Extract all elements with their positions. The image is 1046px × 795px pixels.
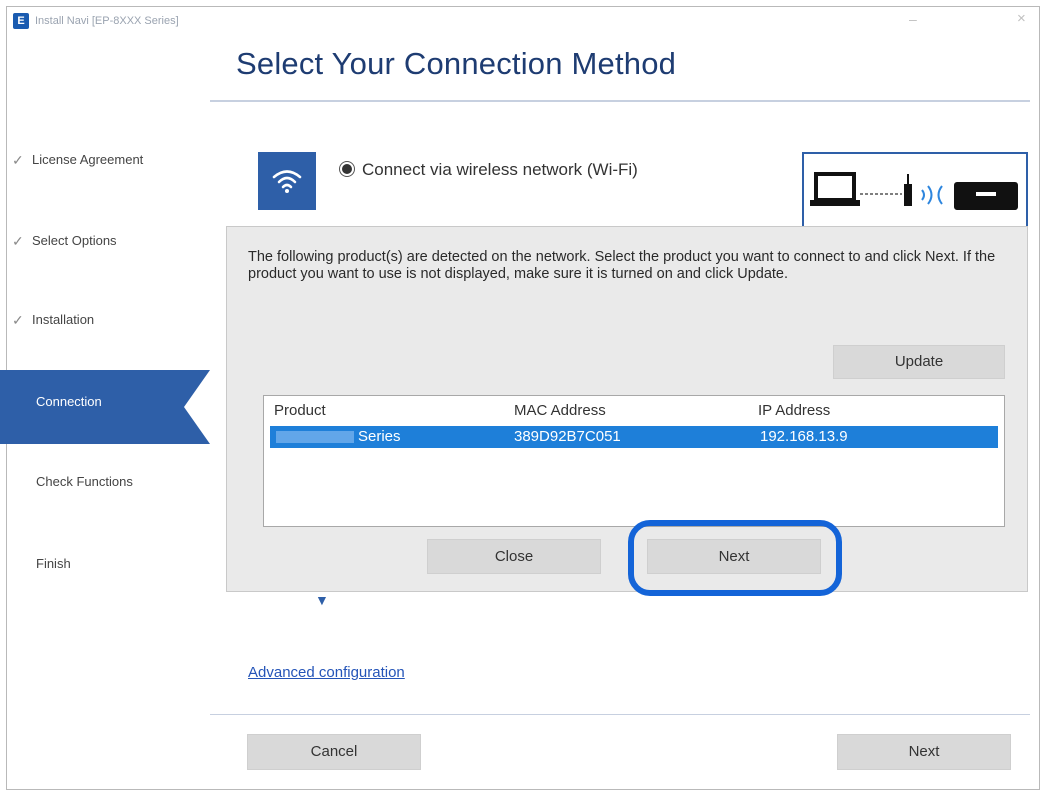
step-check-functions: Check Functions bbox=[0, 474, 210, 544]
step-label: Check Functions bbox=[36, 474, 133, 489]
step-license-agreement: ✓ License Agreement bbox=[0, 152, 210, 222]
detected-products-dialog: The following product(s) are detected on… bbox=[226, 226, 1028, 592]
cell-product: Series bbox=[358, 428, 401, 445]
list-header: Product MAC Address IP Address bbox=[264, 400, 1004, 422]
checkmark-icon: ✓ bbox=[12, 233, 24, 249]
dialog-close-button[interactable]: Close bbox=[427, 539, 601, 574]
step-label: Installation bbox=[32, 312, 95, 327]
column-header-ip[interactable]: IP Address bbox=[758, 402, 830, 419]
step-finish: Finish bbox=[0, 556, 210, 626]
cell-ip: 192.168.13.9 bbox=[760, 428, 848, 445]
connection-diagram bbox=[802, 152, 1028, 234]
active-step-pointer-icon bbox=[184, 370, 210, 444]
product-list[interactable]: Product MAC Address IP Address Series 38… bbox=[263, 395, 1005, 527]
wifi-symbol-icon bbox=[272, 170, 302, 193]
footer-divider bbox=[210, 714, 1030, 715]
wifi-icon bbox=[258, 152, 316, 210]
cell-mac: 389D92B7C051 bbox=[514, 428, 621, 445]
app-icon: E bbox=[13, 13, 29, 29]
update-button[interactable]: Update bbox=[833, 345, 1005, 379]
column-header-mac[interactable]: MAC Address bbox=[514, 402, 606, 419]
redacted-model-name bbox=[276, 431, 354, 443]
step-label: Select Options bbox=[32, 233, 117, 248]
page-title: Select Your Connection Method bbox=[236, 46, 677, 81]
chevron-down-icon: ▼ bbox=[315, 592, 329, 608]
step-label: Finish bbox=[36, 556, 71, 571]
advanced-configuration-link[interactable]: Advanced configuration bbox=[248, 664, 405, 681]
column-header-product[interactable]: Product bbox=[274, 402, 326, 419]
wifi-option-label: Connect via wireless network (Wi-Fi) bbox=[362, 160, 638, 179]
title-divider bbox=[210, 100, 1030, 102]
radio-selected-icon[interactable] bbox=[340, 161, 354, 176]
step-connection: Connection bbox=[0, 370, 210, 444]
dialog-message: The following product(s) are detected on… bbox=[248, 249, 996, 282]
dialog-next-button[interactable]: Next bbox=[647, 539, 821, 574]
checkmark-icon: ✓ bbox=[12, 152, 24, 168]
step-label: License Agreement bbox=[32, 152, 144, 167]
step-label: Connection bbox=[36, 394, 102, 409]
cancel-button[interactable]: Cancel bbox=[247, 734, 421, 770]
minimize-icon[interactable]: – bbox=[909, 11, 917, 27]
step-select-options: ✓ Select Options bbox=[0, 233, 210, 303]
table-row[interactable]: Series 389D92B7C051 192.168.13.9 bbox=[270, 426, 998, 448]
checkmark-icon: ✓ bbox=[12, 312, 24, 328]
wifi-radio-option[interactable]: Connect via wireless network (Wi-Fi) bbox=[340, 160, 638, 180]
title-bar: E Install Navi [EP-8XXX Series] – × bbox=[7, 7, 1039, 37]
laptop-router-printer-icon bbox=[810, 172, 1018, 210]
close-icon[interactable]: × bbox=[1017, 10, 1026, 27]
window-title: Install Navi [EP-8XXX Series] bbox=[35, 15, 179, 27]
next-button[interactable]: Next bbox=[837, 734, 1011, 770]
